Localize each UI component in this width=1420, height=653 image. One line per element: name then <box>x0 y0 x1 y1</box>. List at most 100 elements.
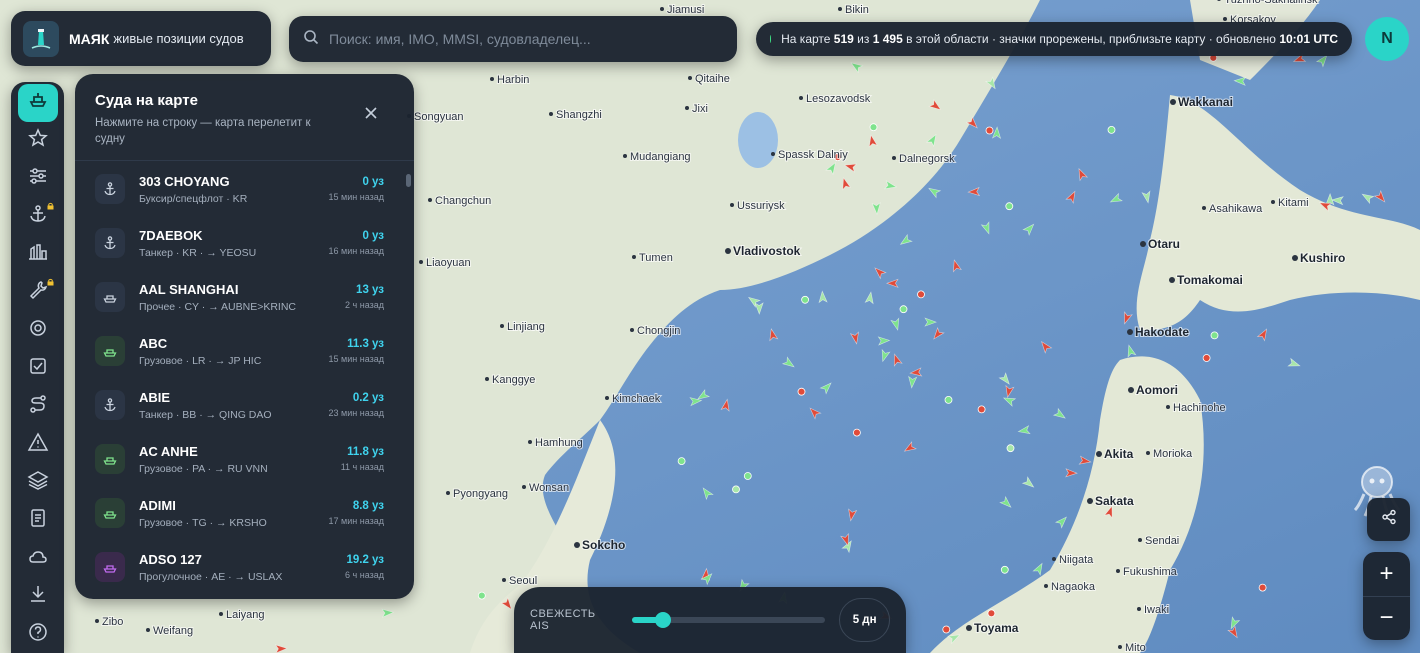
city-label: Weifang <box>146 624 194 638</box>
city-dot <box>485 377 489 381</box>
anchored-vessel-marker[interactable] <box>1258 583 1267 592</box>
city-dot <box>1044 584 1048 588</box>
anchored-vessel-marker[interactable] <box>942 625 951 634</box>
anchored-vessel-marker[interactable] <box>869 123 878 132</box>
city-name: Chongjin <box>637 325 680 337</box>
city-dot <box>522 485 526 489</box>
city-label: Fukushima <box>1116 565 1179 579</box>
city-name: Bikin <box>845 4 869 16</box>
anchor-icon <box>95 174 125 204</box>
vessel-row[interactable]: 303 CHOYANG Буксир/спецфлот · KR 0 уз 15 ми… <box>75 162 414 216</box>
city-dot <box>146 628 150 632</box>
user-avatar[interactable]: N <box>1365 17 1409 61</box>
vessel-row[interactable]: ADIMI Грузовое · TG · → KRSHO 8.8 уз 17 мин… <box>75 486 414 540</box>
anchored-vessel-marker[interactable] <box>1107 125 1116 134</box>
city-name: Wonsan <box>529 482 569 494</box>
ais-freshness-control: СВЕЖЕСТЬ AIS 5 дн <box>514 587 906 653</box>
city-name: Kushiro <box>1300 251 1345 265</box>
anchored-vessel-marker[interactable] <box>677 457 686 466</box>
rail-button-anchor[interactable] <box>18 198 58 236</box>
rail-button-target[interactable] <box>18 312 58 350</box>
city-name: Harbin <box>497 74 529 86</box>
vessel-row[interactable]: AAL SHANGHAI Прочее · CY · → AUBNE>KRINC 1… <box>75 270 414 324</box>
city-label: Linjiang <box>500 320 546 334</box>
anchored-vessel-marker[interactable] <box>797 387 806 396</box>
city-name: Iwaki <box>1144 604 1169 616</box>
vessel-meta: Буксир/спецфлот · KR <box>139 192 248 205</box>
anchored-vessel-marker[interactable] <box>853 428 861 437</box>
city-dot <box>574 542 580 548</box>
city-name: Pyongyang <box>453 488 508 500</box>
zoom-control: + − <box>1363 552 1410 640</box>
anchored-vessel-marker[interactable] <box>1210 331 1219 340</box>
rail-button-download[interactable] <box>18 577 58 615</box>
rail-button-star[interactable] <box>18 122 58 160</box>
city-dot <box>1166 405 1170 409</box>
city-name: Nagaoka <box>1051 581 1096 593</box>
vessel-row[interactable]: 7DAEBOK Танкер · KR · → YEOSU 0 уз 16 мин н… <box>75 216 414 270</box>
rail-button-report[interactable] <box>18 501 58 539</box>
anchored-vessel-marker[interactable] <box>987 609 996 618</box>
vessel-row[interactable]: ABIE Танкер · BB · → QING DAO 0.2 уз 23 мин… <box>75 378 414 432</box>
city-dot <box>1169 277 1175 283</box>
lock-icon <box>47 202 54 212</box>
anchored-vessel-marker[interactable] <box>917 290 925 299</box>
list-scrollbar[interactable] <box>406 174 411 187</box>
freshness-slider[interactable] <box>632 612 826 628</box>
city-name: Niigata <box>1059 554 1094 566</box>
rail-button-warning[interactable] <box>18 425 58 463</box>
freshness-label: СВЕЖЕСТЬ AIS <box>530 608 596 632</box>
anchored-vessel-marker[interactable] <box>1000 565 1009 574</box>
city-label: Aomori <box>1128 382 1179 398</box>
city-dot <box>1292 255 1298 261</box>
city-name: Vladivostok <box>733 244 801 258</box>
freshness-slider-handle[interactable] <box>655 612 672 628</box>
share-button[interactable] <box>1367 498 1410 541</box>
anchored-vessel-marker[interactable] <box>1006 444 1015 453</box>
city-label: Kanggye <box>485 373 536 387</box>
rail-button-wrench[interactable] <box>18 274 58 312</box>
city-dot <box>730 203 734 207</box>
anchored-vessel-marker[interactable] <box>977 405 986 414</box>
vessel-meta: Грузовое · PA · → RU VNN <box>139 462 268 475</box>
zoom-out-button[interactable]: − <box>1363 595 1410 641</box>
city-label: Jiamusi <box>660 3 705 17</box>
city-label: Ussuriysk <box>730 199 786 213</box>
city-name: Linjiang <box>507 321 545 333</box>
anchored-vessel-marker[interactable] <box>477 591 486 600</box>
rail-button-sliders[interactable] <box>18 160 58 198</box>
rail-button-weather[interactable] <box>18 539 58 577</box>
zoom-in-button[interactable]: + <box>1363 552 1410 596</box>
city-label: Laiyang <box>219 608 266 622</box>
city-dot <box>446 491 450 495</box>
anchored-vessel-marker[interactable] <box>732 485 740 494</box>
search-input[interactable] <box>329 31 709 47</box>
city-dot <box>1096 451 1102 457</box>
star-icon <box>27 127 49 154</box>
rail-button-port[interactable] <box>18 236 58 274</box>
vessel-speed: 19.2 уз <box>346 554 384 566</box>
vessel-row[interactable]: AC ANHE Грузовое · PA · → RU VNN 11.8 уз 11… <box>75 432 414 486</box>
close-icon[interactable] <box>360 102 382 124</box>
anchored-vessel-marker[interactable] <box>944 395 953 404</box>
rail-button-route[interactable] <box>18 388 58 426</box>
anchored-vessel-marker[interactable] <box>899 305 908 314</box>
rail-button-checklist[interactable] <box>18 350 58 388</box>
city-name: Akita <box>1104 447 1134 461</box>
rail-button-ship[interactable] <box>17 84 58 122</box>
city-dot <box>95 619 99 623</box>
lake-khanka <box>738 112 778 168</box>
anchored-vessel-marker[interactable] <box>985 126 994 135</box>
search-bar[interactable] <box>289 16 737 62</box>
vessel-row[interactable]: ADSO 127 Прогулочное · AE · → USLAX 19.2 у… <box>75 540 414 594</box>
city-label: Toyama <box>966 620 1020 636</box>
rail-button-help[interactable] <box>18 615 58 653</box>
city-label: Vladivostok <box>725 243 802 259</box>
anchored-vessel-marker[interactable] <box>1005 202 1014 211</box>
vessel-row[interactable]: ABC Грузовое · LR · → JP HIC 11.3 уз 15 мин… <box>75 324 414 378</box>
anchored-vessel-marker[interactable] <box>1202 354 1211 362</box>
rail-button-layers[interactable] <box>18 463 58 501</box>
freshness-value[interactable]: 5 дн <box>839 598 890 642</box>
anchored-vessel-marker[interactable] <box>801 295 809 304</box>
anchored-vessel-marker[interactable] <box>743 472 752 480</box>
